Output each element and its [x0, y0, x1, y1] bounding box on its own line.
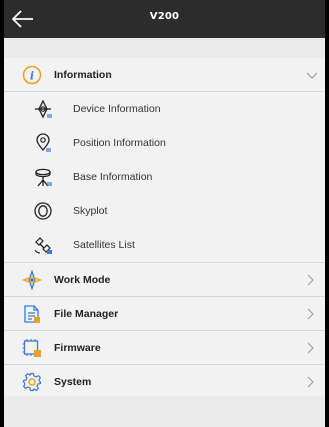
- submenu-item-base-information[interactable]: Base Information: [0, 160, 329, 194]
- firmware-icon: [22, 339, 41, 357]
- header-spacer: [0, 38, 329, 58]
- title-bar: V200: [0, 0, 329, 38]
- menu-item-firmware[interactable]: Firmware: [0, 331, 329, 365]
- chevron-right-icon: [307, 376, 314, 388]
- menu-item-information-label: Information: [54, 68, 112, 81]
- app-window: V200 i Information Device Information Po…: [0, 0, 329, 427]
- menu-item-work-mode[interactable]: Work Mode: [0, 263, 329, 297]
- gear-icon: [22, 372, 42, 392]
- submenu-item-label: Device Information: [73, 103, 161, 115]
- menu-item-system-label: System: [54, 375, 92, 388]
- position-info-icon: [36, 133, 51, 152]
- skyplot-icon: [34, 202, 52, 220]
- chevron-right-icon: [307, 342, 314, 354]
- file-manager-icon: [24, 305, 40, 323]
- main-menu: i Information Device Information Positio…: [0, 58, 329, 399]
- submenu-item-satellites-list[interactable]: Satellites List: [0, 228, 329, 262]
- device-info-icon: [35, 99, 52, 119]
- menu-item-system[interactable]: System: [0, 365, 329, 399]
- submenu-item-label: Skyplot: [73, 205, 108, 217]
- submenu-item-position-information[interactable]: Position Information: [0, 126, 329, 160]
- menu-item-work-mode-label: Work Mode: [54, 273, 111, 286]
- menu-item-file-manager-label: File Manager: [54, 307, 119, 320]
- menu-item-firmware-label: Firmware: [54, 341, 101, 354]
- empty-area: [0, 396, 329, 427]
- menu-item-file-manager[interactable]: File Manager: [0, 297, 329, 331]
- submenu-item-label: Satellites List: [73, 239, 135, 251]
- base-info-icon: [35, 168, 52, 187]
- chevron-right-icon: [307, 308, 314, 320]
- svg-text:i: i: [30, 70, 34, 83]
- page-title: V200: [149, 11, 180, 22]
- work-mode-icon: [22, 270, 42, 290]
- submenu-item-label: Base Information: [73, 171, 153, 183]
- chevron-right-icon: [307, 274, 314, 286]
- submenu-item-device-information[interactable]: Device Information: [0, 92, 329, 126]
- information-submenu: Device Information Position Information …: [0, 92, 329, 263]
- info-icon: i: [22, 65, 42, 85]
- chevron-down-icon: [306, 72, 317, 79]
- satellites-list-icon: [34, 237, 52, 254]
- submenu-item-label: Position Information: [73, 137, 166, 149]
- menu-item-information[interactable]: i Information: [0, 58, 329, 92]
- submenu-item-skyplot[interactable]: Skyplot: [0, 194, 329, 228]
